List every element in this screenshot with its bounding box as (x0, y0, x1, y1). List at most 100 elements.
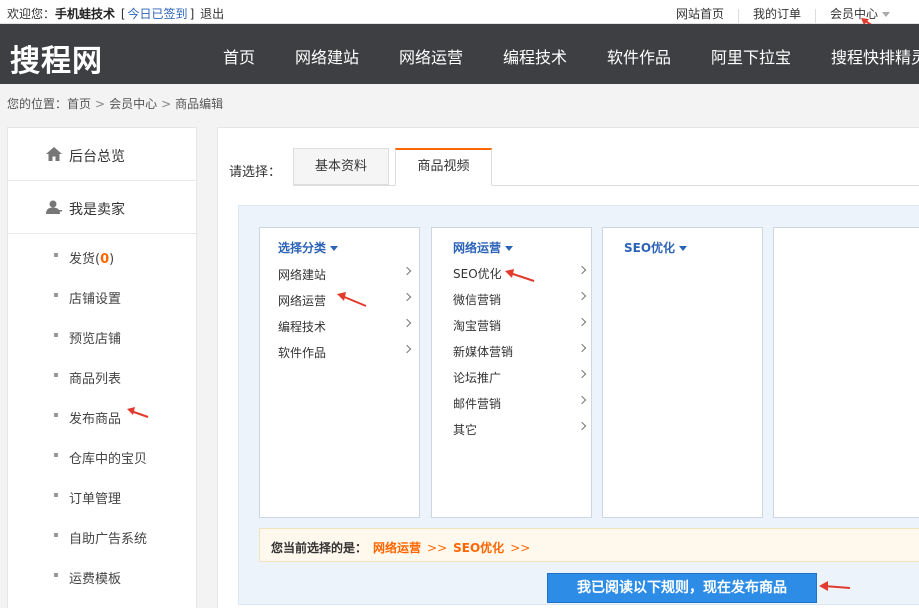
breadcrumb-home[interactable]: 首页 (67, 97, 91, 111)
sidebar-item-label: 后台总览 (69, 149, 125, 165)
sidebar-item-orders[interactable]: 订单管理 (8, 476, 196, 516)
current-category-2[interactable]: SEO优化 (453, 541, 504, 555)
nav-web-build[interactable]: 网络建站 (295, 44, 359, 68)
welcome-text: 欢迎您：手机蛙技术 [今日已签到] 退出 (7, 7, 225, 21)
sidebar: 后台总览 我是卖家 发货(0) 店铺设置 预览店铺 商品列表 发布商品 仓库中的… (7, 127, 197, 608)
nav-programming[interactable]: 编程技术 (503, 44, 567, 68)
category-item[interactable]: 邮件营销 (453, 393, 587, 413)
red-arrow-annotation (819, 581, 851, 591)
current-selection-text: 您当前选择的是： 网络运营 >> SEO优化 >> (271, 541, 531, 555)
nav-web-ops[interactable]: 网络运营 (399, 44, 463, 68)
category-head[interactable]: SEO优化 (624, 239, 688, 256)
chevron-right-icon (402, 266, 412, 276)
bullet (54, 253, 58, 257)
chevron-down-icon (679, 246, 688, 251)
sidebar-item-ship[interactable]: 发货(0) (8, 236, 196, 276)
sidebar-item-label: 发货(0) (69, 252, 115, 267)
sidebar-item-shop-settings[interactable]: 店铺设置 (8, 276, 196, 316)
home-icon (46, 147, 62, 161)
category-column-1: 选择分类 网络建站 网络运营 编程技术 软件作品 (259, 227, 420, 518)
top-bar: 欢迎您：手机蛙技术 [今日已签到] 退出 网站首页 我的订单 会员中心 (0, 0, 919, 24)
nav-software[interactable]: 软件作品 (607, 44, 671, 68)
chevron-right-icon (577, 343, 587, 353)
sidebar-item-product-list[interactable]: 商品列表 (8, 356, 196, 396)
sidebar-item-seller[interactable]: 我是卖家 (8, 181, 196, 234)
sidebar-item-label: 运费模板 (69, 572, 122, 587)
site-logo[interactable]: 搜程网 (10, 36, 103, 80)
bullet (54, 453, 58, 457)
current-selection-bar: 您当前选择的是： 网络运营 >> SEO优化 >> (259, 528, 919, 562)
user-icon (46, 200, 62, 214)
chevron-right-icon (577, 291, 587, 301)
breadcrumb: 您的位置：首页 > 会员中心 > 商品编辑 (7, 97, 224, 111)
divider (815, 9, 816, 23)
category-item[interactable]: 其它 (453, 419, 587, 439)
chevron-down-icon (330, 246, 339, 251)
choose-label: 请选择： (229, 165, 282, 180)
chevron-right-icon (577, 369, 587, 379)
logout-link[interactable]: 退出 (200, 7, 224, 21)
bullet (54, 573, 58, 577)
nav-rank-tool[interactable]: 搜程快排精灵 (831, 44, 919, 68)
category-item[interactable]: 网络建站 (278, 264, 412, 284)
my-orders-link[interactable]: 我的订单 (753, 5, 801, 22)
category-column-3: SEO优化 (602, 227, 763, 518)
publish-product-button[interactable]: 我已阅读以下规则，现在发布商品 (547, 573, 817, 603)
sidebar-item-label: 预览店铺 (69, 332, 122, 347)
category-item[interactable]: 软件作品 (278, 342, 412, 362)
chevron-down-icon (505, 246, 514, 251)
tab-basic-info[interactable]: 基本资料 (293, 148, 389, 185)
current-category-1[interactable]: 网络运营 (373, 541, 421, 555)
sidebar-item-label: 订单管理 (69, 492, 122, 507)
red-arrow-annotation (505, 269, 535, 282)
sidebar-item-label: 自助广告系统 (69, 532, 148, 547)
category-head[interactable]: 网络运营 (453, 239, 514, 256)
breadcrumb-current: 商品编辑 (175, 97, 224, 111)
breadcrumb-prefix: 您的位置： (7, 97, 68, 111)
sidebar-item-publish-product[interactable]: 发布商品 (8, 396, 196, 436)
category-column-4 (773, 227, 919, 518)
bullet (54, 373, 58, 377)
bullet (54, 293, 58, 297)
category-head[interactable]: 选择分类 (278, 239, 339, 256)
chevron-right-icon (402, 344, 412, 354)
bullet (54, 533, 58, 537)
category-item[interactable]: 论坛推广 (453, 367, 587, 387)
site-header: 搜程网 首页 网络建站 网络运营 编程技术 软件作品 阿里下拉宝 搜程快排精灵 (0, 24, 919, 84)
nav-ali-dropdown[interactable]: 阿里下拉宝 (711, 44, 791, 68)
chevron-right-icon (577, 317, 587, 327)
chevron-right-icon (577, 395, 587, 405)
sidebar-item-label: 我是卖家 (69, 202, 125, 218)
sidebar-item-shipping-template[interactable]: 运费模板 (8, 556, 196, 596)
breadcrumb-member[interactable]: 会员中心 (109, 97, 157, 111)
signin-link[interactable]: 今日已签到 (128, 7, 188, 21)
chevron-down-icon (882, 12, 891, 17)
nav-home[interactable]: 首页 (223, 44, 255, 68)
sidebar-item-overview[interactable]: 后台总览 (8, 128, 196, 181)
sidebar-item-ads[interactable]: 自助广告系统 (8, 516, 196, 556)
red-arrow-annotation (337, 292, 367, 307)
chevron-right-icon (402, 318, 412, 328)
site-home-link[interactable]: 网站首页 (676, 5, 724, 22)
username: 手机蛙技术 (55, 7, 116, 21)
divider (738, 9, 739, 23)
chevron-right-icon (577, 421, 587, 431)
category-item[interactable]: 编程技术 (278, 316, 412, 336)
red-arrow-annotation (127, 407, 149, 418)
sidebar-item-label: 店铺设置 (69, 292, 122, 307)
category-item[interactable]: 新媒体营销 (453, 341, 587, 361)
sidebar-item-label: 仓库中的宝贝 (69, 452, 148, 467)
sidebar-item-preview-shop[interactable]: 预览店铺 (8, 316, 196, 356)
sidebar-item-label: 发布商品 (69, 412, 122, 427)
category-item[interactable]: 淘宝营销 (453, 315, 587, 335)
bullet (54, 413, 58, 417)
bullet (54, 493, 58, 497)
sidebar-item-warehouse[interactable]: 仓库中的宝贝 (8, 436, 196, 476)
sidebar-item-label: 商品列表 (69, 372, 122, 387)
tab-product-video[interactable]: 商品视频 (395, 148, 492, 186)
welcome-label: 欢迎您： (7, 7, 56, 21)
bullet (54, 333, 58, 337)
chevron-right-icon (402, 292, 412, 302)
tabs-divider (293, 185, 919, 186)
category-item[interactable]: 微信营销 (453, 289, 587, 309)
